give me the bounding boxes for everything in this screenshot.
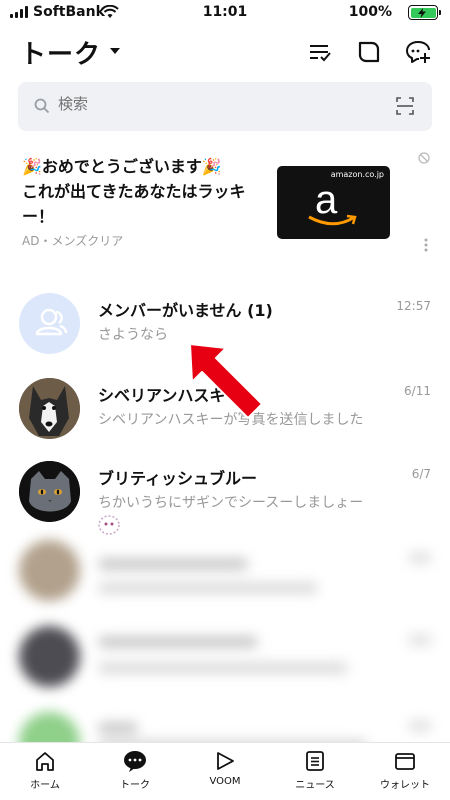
- ad-image-amazon-card[interactable]: amazon.co.jp a: [277, 166, 390, 239]
- qr-scan-icon[interactable]: [396, 97, 414, 115]
- husky-photo-icon: [19, 378, 80, 439]
- tab-home-label: ホーム: [30, 780, 60, 791]
- chat-date: 6/7: [411, 467, 431, 481]
- more-options-icon[interactable]: [424, 238, 428, 252]
- blurred-date: [408, 720, 432, 732]
- ad-card-domain: amazon.co.jp: [330, 170, 384, 179]
- blurred-date: [408, 634, 432, 646]
- battery-percentage: 100%: [348, 4, 392, 20]
- blurred-name: [98, 558, 248, 570]
- tab-talk[interactable]: トーク: [90, 743, 180, 800]
- chat-date: 6/11: [404, 384, 431, 398]
- blurred-name: [98, 722, 138, 734]
- avatar: [19, 626, 80, 687]
- tab-voom[interactable]: VOOM: [180, 743, 270, 800]
- tab-wallet-label: ウォレット: [380, 780, 430, 791]
- empty-group-icon: [35, 308, 68, 336]
- avatar: [19, 378, 80, 439]
- new-chat-icon[interactable]: [404, 38, 432, 66]
- charging-bolt-icon: [417, 7, 426, 18]
- ad-sponsor-label: AD・メンズクリア: [22, 234, 124, 248]
- voom-play-icon: [217, 752, 234, 770]
- blurred-name: [98, 636, 258, 648]
- ad-headline-line2: これが出てきたあなたはラッキー！: [22, 182, 246, 226]
- ad-headline: 🎉おめでとうございます🎉 これが出てきたあなたはラッキー！: [22, 154, 262, 229]
- open-chat-icon[interactable]: [355, 38, 383, 66]
- tab-wallet[interactable]: ウォレット: [360, 743, 450, 800]
- status-bar: SoftBank 11:01 100%: [0, 0, 450, 26]
- chat-name: メンバーがいません (1): [98, 301, 273, 320]
- cat-photo-icon: [19, 461, 80, 522]
- chat-date: 12:57: [396, 299, 431, 313]
- tab-home[interactable]: ホーム: [0, 743, 90, 800]
- avatar: [19, 461, 80, 522]
- chevron-down-icon[interactable]: [110, 48, 120, 54]
- avatar: [19, 293, 80, 354]
- sticker-icon: [98, 515, 120, 535]
- search-icon: [34, 98, 50, 114]
- tab-voom-label: VOOM: [209, 776, 241, 787]
- chat-bubble-icon: [124, 751, 146, 772]
- blurred-preview: [98, 662, 348, 674]
- page-title[interactable]: トーク: [20, 34, 101, 71]
- avatar: [19, 540, 80, 601]
- tab-talk-label: トーク: [120, 780, 150, 791]
- chat-list-item-blurred[interactable]: [0, 540, 450, 626]
- chat-list-item[interactable]: ブリティッシュブルー ちかいうちにザギンでシースーしましょー 6/7: [0, 461, 450, 547]
- wallet-icon: [395, 753, 415, 770]
- chat-preview: ちかいうちにザギンでシースーしましょー: [98, 495, 364, 511]
- news-icon: [306, 751, 324, 771]
- header: トーク: [0, 30, 450, 74]
- search-bar[interactable]: [18, 82, 432, 131]
- blurred-preview: [98, 582, 318, 594]
- ad-headline-line1: 🎉おめでとうございます🎉: [22, 157, 222, 176]
- chat-name: ブリティッシュブルー: [98, 469, 258, 488]
- chat-list-item-blurred[interactable]: [0, 626, 450, 712]
- search-input[interactable]: [58, 96, 257, 113]
- battery-icon: [408, 5, 441, 20]
- sort-filter-icon[interactable]: [306, 38, 334, 66]
- home-icon: [36, 752, 54, 771]
- ad-hide-icon[interactable]: [418, 152, 430, 164]
- amazon-smile-icon: [308, 214, 357, 226]
- chat-preview: さようなら: [98, 327, 168, 343]
- blurred-date: [408, 552, 432, 564]
- red-arrow-annotation: [189, 343, 263, 419]
- bottom-navigation: ホーム トーク VOOM ニュース ウォレット: [0, 742, 450, 800]
- ad-banner[interactable]: 🎉おめでとうございます🎉 これが出てきたあなたはラッキー！ AD・メンズクリア …: [0, 140, 450, 265]
- tab-news[interactable]: ニュース: [270, 743, 360, 800]
- tab-news-label: ニュース: [295, 780, 335, 791]
